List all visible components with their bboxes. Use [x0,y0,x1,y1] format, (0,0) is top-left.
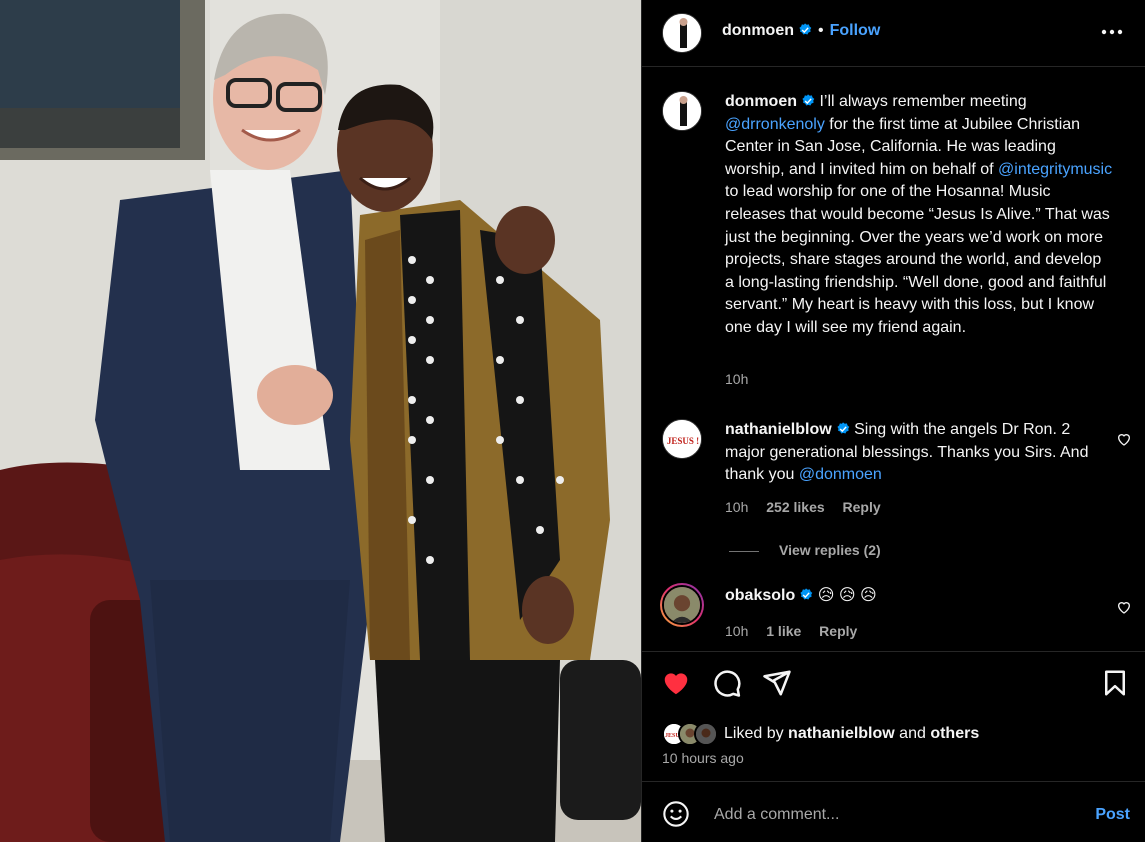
comment-time: 10h [725,499,749,515]
comment-username[interactable]: obaksolo [725,587,795,604]
comment-icon[interactable] [712,668,742,698]
comment-likes[interactable]: 1 like [766,623,801,639]
caption-username[interactable]: donmoen [725,93,797,110]
liked-by-prefix: Liked by [724,725,789,742]
reply-button[interactable]: Reply [819,623,857,639]
comments-list[interactable]: donmoen I’ll always remember meeting @dr… [642,67,1145,651]
comment-text: obaksolo 😥 😥 😥 [725,585,1113,608]
comment-meta: 10h 252 likes Reply [725,499,895,515]
comment-avatar[interactable]: JESUS ! [662,419,702,459]
comment-body: 😥 😥 😥 [817,587,877,604]
liked-by-user-link[interactable]: nathanielblow [788,725,895,742]
comment-likes[interactable]: 252 likes [766,499,824,515]
avatar-logo-text: JESUS ! [667,436,699,446]
post-comment-button[interactable]: Post [1095,806,1130,824]
liker-avatar-image [696,724,716,744]
view-replies-line [729,550,759,552]
post-time-ago[interactable]: 10 hours ago [662,750,744,766]
comment-input[interactable] [712,800,1076,830]
verified-badge-icon [800,588,813,600]
heart-icon[interactable] [661,668,691,698]
caption-avatar[interactable] [662,91,702,131]
post-actions: JESUS Liked by nathanielblow and others … [642,651,1145,781]
liked-by-text: Liked by nathanielblow and others [724,725,979,743]
comment-avatar-image [662,585,702,625]
more-options-icon[interactable] [1100,22,1124,42]
comment-username[interactable]: nathanielblow [725,421,832,438]
text-segment: I’ll always remember meeting [819,93,1027,110]
liker-avatar[interactable] [694,722,718,746]
post-header: donmoen • Follow [642,0,1145,67]
reply-button[interactable]: Reply [843,499,881,515]
comment-meta: 10h 1 like Reply [725,623,871,639]
comment-avatar-image: JESUS ! [663,420,701,458]
verified-badge-icon [802,94,815,106]
follow-button[interactable]: Follow [830,22,881,39]
share-icon[interactable] [762,668,792,698]
view-replies-label: View replies (2) [779,542,881,558]
separator-dot: • [818,22,824,39]
like-comment-heart-icon[interactable] [1116,431,1132,447]
liked-by-middle: and [894,725,931,742]
liked-by: JESUS Liked by nathanielblow and others [662,722,979,746]
caption-text: donmoen I’ll always remember meeting @dr… [725,91,1113,340]
post-side-panel: donmoen • Follow donmoen I’ll always remem… [641,0,1145,842]
caption-body: I’ll always remember meeting @drronkenol… [725,93,1112,336]
like-comment-heart-icon[interactable] [1116,599,1132,615]
post-image [0,0,641,842]
liked-by-others-link[interactable]: others [930,725,979,742]
author-avatar[interactable] [662,13,702,53]
bookmark-icon[interactable] [1100,668,1130,698]
view-replies-button[interactable]: View replies (2) [729,542,881,558]
mention-link[interactable]: @drronkenoly [725,116,825,133]
comment-avatar-story-ring[interactable] [660,583,704,627]
text-segment: to lead worship for one of the Hosanna! … [725,183,1110,336]
post-photo[interactable] [0,0,641,842]
author-avatar-image [663,14,701,52]
author-username[interactable]: donmoen [722,22,794,39]
mention-link[interactable]: @integritymusic [998,161,1112,178]
mention-link[interactable]: @donmoen [799,466,882,483]
add-comment-bar: Post [642,781,1145,842]
author-line: donmoen • Follow [722,22,880,40]
comment-time: 10h [725,623,749,639]
emoji-icon[interactable] [662,800,690,828]
caption-avatar-image [663,92,701,130]
comment-text: nathanielblow Sing with the angels Dr Ro… [725,419,1105,487]
verified-badge-icon [837,422,849,434]
caption-time: 10h [725,371,749,387]
verified-badge-icon [799,23,812,35]
caption-meta: 10h [725,371,762,387]
